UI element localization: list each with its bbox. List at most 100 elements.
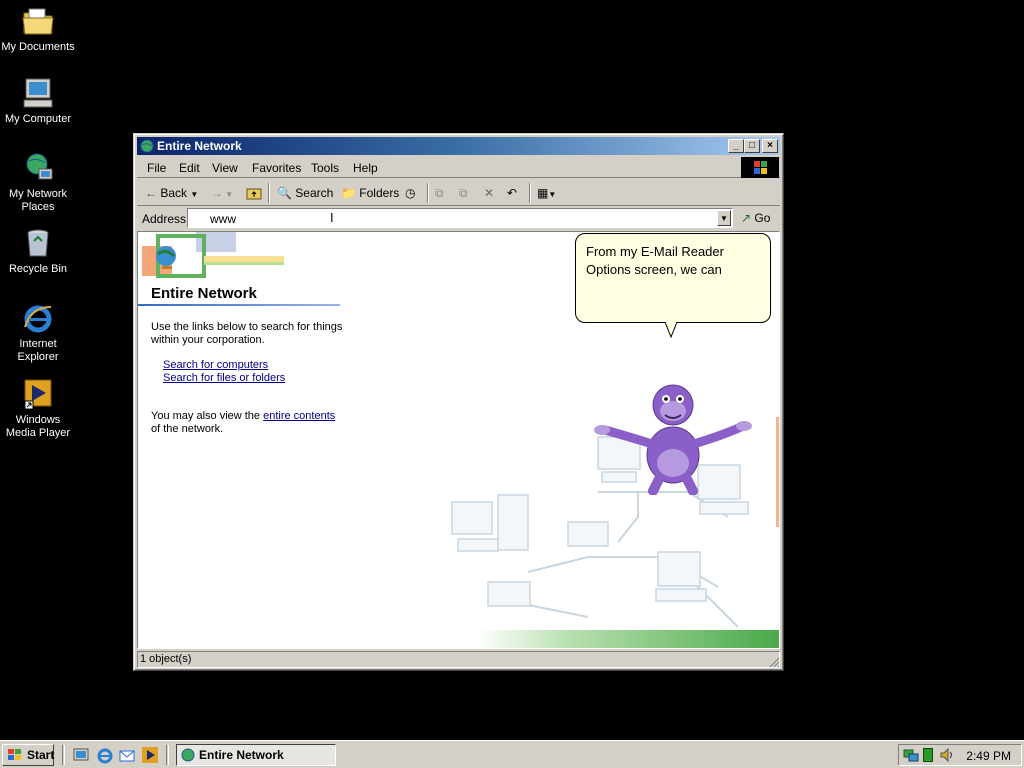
resize-grip-icon[interactable]: [768, 656, 780, 668]
windows-flag-icon: [6, 748, 24, 762]
search-computers-link[interactable]: Search for computers: [163, 359, 268, 371]
view-contents-text: You may also view the entire contents: [151, 410, 335, 423]
desktop-icon-label: My Network Places: [8, 188, 68, 213]
go-arrow-icon: ↗: [741, 211, 752, 225]
media-player-icon[interactable]: [141, 746, 159, 764]
taskbar: Start Entire Network 2:49 PM: [0, 740, 1024, 768]
quick-launch-separator: [166, 745, 169, 765]
history-icon[interactable]: ◷: [405, 184, 415, 202]
menu-view[interactable]: View: [212, 161, 238, 175]
recycle-bin-icon: [21, 226, 55, 260]
desktop-icon-my-documents[interactable]: My Documents: [0, 4, 76, 54]
undo-icon[interactable]: ↶: [507, 184, 517, 202]
address-input[interactable]: www I ▼: [187, 208, 733, 228]
address-dropdown-icon[interactable]: ▼: [717, 210, 731, 226]
go-label: Go: [754, 211, 771, 225]
view-prefix: You may also view the: [151, 410, 264, 422]
network-places-icon: [21, 151, 55, 185]
header-art: [138, 232, 288, 282]
back-dropdown-icon: ▼: [190, 190, 199, 199]
back-arrow-icon: ←: [145, 186, 157, 200]
start-button[interactable]: Start: [2, 744, 54, 766]
entire-contents-link[interactable]: entire contents: [263, 410, 335, 422]
system-tray: 2:49 PM: [898, 744, 1022, 766]
page-title: Entire Network: [151, 285, 257, 302]
folder-documents-icon: [21, 4, 55, 38]
minimize-button[interactable]: _: [728, 139, 744, 153]
standard-toolbar: ← Back ▼ → ▼ 🔍 Search 📁 Folders ◷ ⧉ ⧉ ✕ …: [137, 180, 780, 206]
maximize-button[interactable]: □: [744, 139, 760, 153]
address-value: www: [210, 212, 236, 226]
status-bar: 1 object(s): [137, 651, 780, 668]
delete-icon[interactable]: ✕: [484, 184, 494, 202]
internet-explorer-icon[interactable]: [96, 746, 114, 764]
task-label: Entire Network: [199, 748, 284, 762]
network-globe-icon: [139, 138, 155, 154]
outlook-express-icon[interactable]: [118, 746, 136, 764]
desktop-icon-label: Internet Explorer: [17, 338, 59, 363]
network-globe-icon: [180, 747, 196, 768]
desktop-icon-internet-explorer[interactable]: Internet Explorer: [0, 301, 76, 364]
toolbar-separator: [268, 183, 270, 203]
go-button[interactable]: ↗ Go: [741, 211, 770, 225]
show-desktop-icon[interactable]: [72, 746, 90, 764]
desktop-icon-network-places[interactable]: My Network Places: [0, 151, 76, 214]
address-label: Address: [142, 212, 187, 226]
quick-launch-separator: [62, 745, 65, 765]
bonzi-character[interactable]: [593, 375, 753, 496]
up-folder-icon[interactable]: [246, 184, 262, 202]
status-object-count: 1 object(s): [137, 651, 780, 668]
toolbar-separator: [529, 183, 531, 203]
speech-balloon: From my E-Mail Reader Options screen, we…: [575, 233, 771, 323]
search-label: Search: [295, 186, 334, 200]
title-divider: [138, 304, 340, 306]
media-player-icon: [21, 377, 55, 411]
intro-text-line1: Use the links below to search for things: [151, 321, 343, 333]
windows-logo-icon: [741, 157, 779, 178]
balloon-text-line2: Options screen, we can: [586, 262, 722, 277]
balloon-tail: [664, 321, 678, 339]
desktop-icon-my-computer[interactable]: My Computer: [0, 76, 76, 126]
menu-favorites[interactable]: Favorites: [252, 161, 301, 175]
desktop-icon-recycle-bin[interactable]: Recycle Bin: [0, 226, 76, 276]
copy-to-icon[interactable]: ⧉: [459, 184, 468, 202]
menu-file[interactable]: File: [147, 161, 166, 175]
search-icon: 🔍: [277, 186, 292, 200]
desktop-icon-label: Recycle Bin: [8, 263, 68, 275]
start-label: Start: [27, 748, 55, 762]
network-tray-icon[interactable]: [903, 747, 919, 766]
search-files-link[interactable]: Search for files or folders: [163, 372, 285, 384]
forward-button[interactable]: → ▼: [211, 184, 233, 202]
desktop-icon-media-player[interactable]: Windows Media Player: [0, 377, 76, 440]
search-button[interactable]: 🔍 Search: [277, 184, 333, 202]
clock: 2:49 PM: [966, 749, 1011, 763]
window-title: Entire Network: [157, 139, 242, 153]
menu-help[interactable]: Help: [353, 161, 378, 175]
desktop-icon-label: Windows Media Player: [5, 414, 71, 439]
intro-text-line2: within your corporation.: [151, 334, 265, 346]
views-icon[interactable]: ▦▼: [537, 184, 556, 202]
desktop-icon-label: My Documents: [1, 41, 75, 53]
move-to-icon[interactable]: ⧉: [435, 184, 444, 202]
folders-button[interactable]: 📁 Folders: [341, 184, 399, 202]
green-status-tray-icon[interactable]: [923, 748, 933, 762]
volume-tray-icon[interactable]: [939, 747, 955, 766]
menu-tools[interactable]: Tools: [311, 161, 339, 175]
back-button[interactable]: ← Back ▼: [145, 184, 205, 202]
menu-bar: File Edit View Favorites Tools Help: [137, 156, 780, 178]
taskbar-button-entire-network[interactable]: Entire Network: [176, 744, 336, 766]
bottom-gradient-bar: [478, 630, 779, 648]
window-titlebar[interactable]: Entire Network _ □ ×: [137, 137, 780, 155]
computer-icon: [21, 76, 55, 110]
menu-edit[interactable]: Edit: [179, 161, 200, 175]
internet-explorer-icon: [21, 301, 55, 335]
address-bar: Address www I ▼ ↗ Go: [137, 207, 780, 231]
folders-icon: 📁: [341, 186, 356, 200]
explorer-window: Entire Network _ □ × File Edit View Favo…: [133, 133, 784, 671]
toolbar-separator: [427, 183, 429, 203]
back-label: Back: [160, 186, 188, 200]
desktop-icon-label: My Computer: [4, 113, 72, 125]
view-suffix: of the network.: [151, 423, 224, 435]
close-button[interactable]: ×: [762, 139, 778, 153]
balloon-text-line1: From my E-Mail Reader: [586, 244, 724, 259]
